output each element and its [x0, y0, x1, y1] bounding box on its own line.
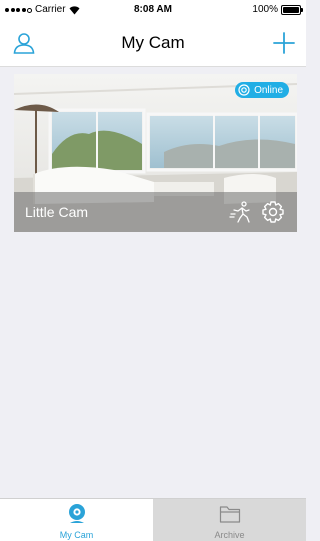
folder-icon [219, 506, 240, 523]
gear-icon[interactable] [261, 200, 285, 224]
tab-label: My Cam [59, 530, 94, 540]
page-title: My Cam [121, 33, 185, 52]
tab-bar: My Cam Archive [0, 498, 306, 541]
plus-icon[interactable] [272, 31, 296, 55]
webcam-icon [68, 504, 85, 523]
battery-icon [281, 5, 303, 15]
camera-name: Little Cam [25, 204, 89, 220]
tab-my-cam[interactable]: My Cam [0, 499, 153, 541]
tab-archive[interactable]: Archive [153, 499, 306, 541]
camera-lens-icon [238, 84, 250, 96]
status-badge: Online [235, 82, 289, 98]
camera-card[interactable]: Online Little Cam [14, 74, 297, 232]
battery-percent: 100% [252, 4, 278, 15]
status-bar: Carrier 8:08 AM 100% [0, 0, 306, 20]
status-label: Online [254, 84, 283, 96]
motion-detection-icon[interactable] [229, 200, 253, 224]
tab-label: Archive [214, 530, 245, 540]
battery-info: 100% [252, 0, 303, 20]
nav-bar: My Cam [0, 20, 306, 67]
